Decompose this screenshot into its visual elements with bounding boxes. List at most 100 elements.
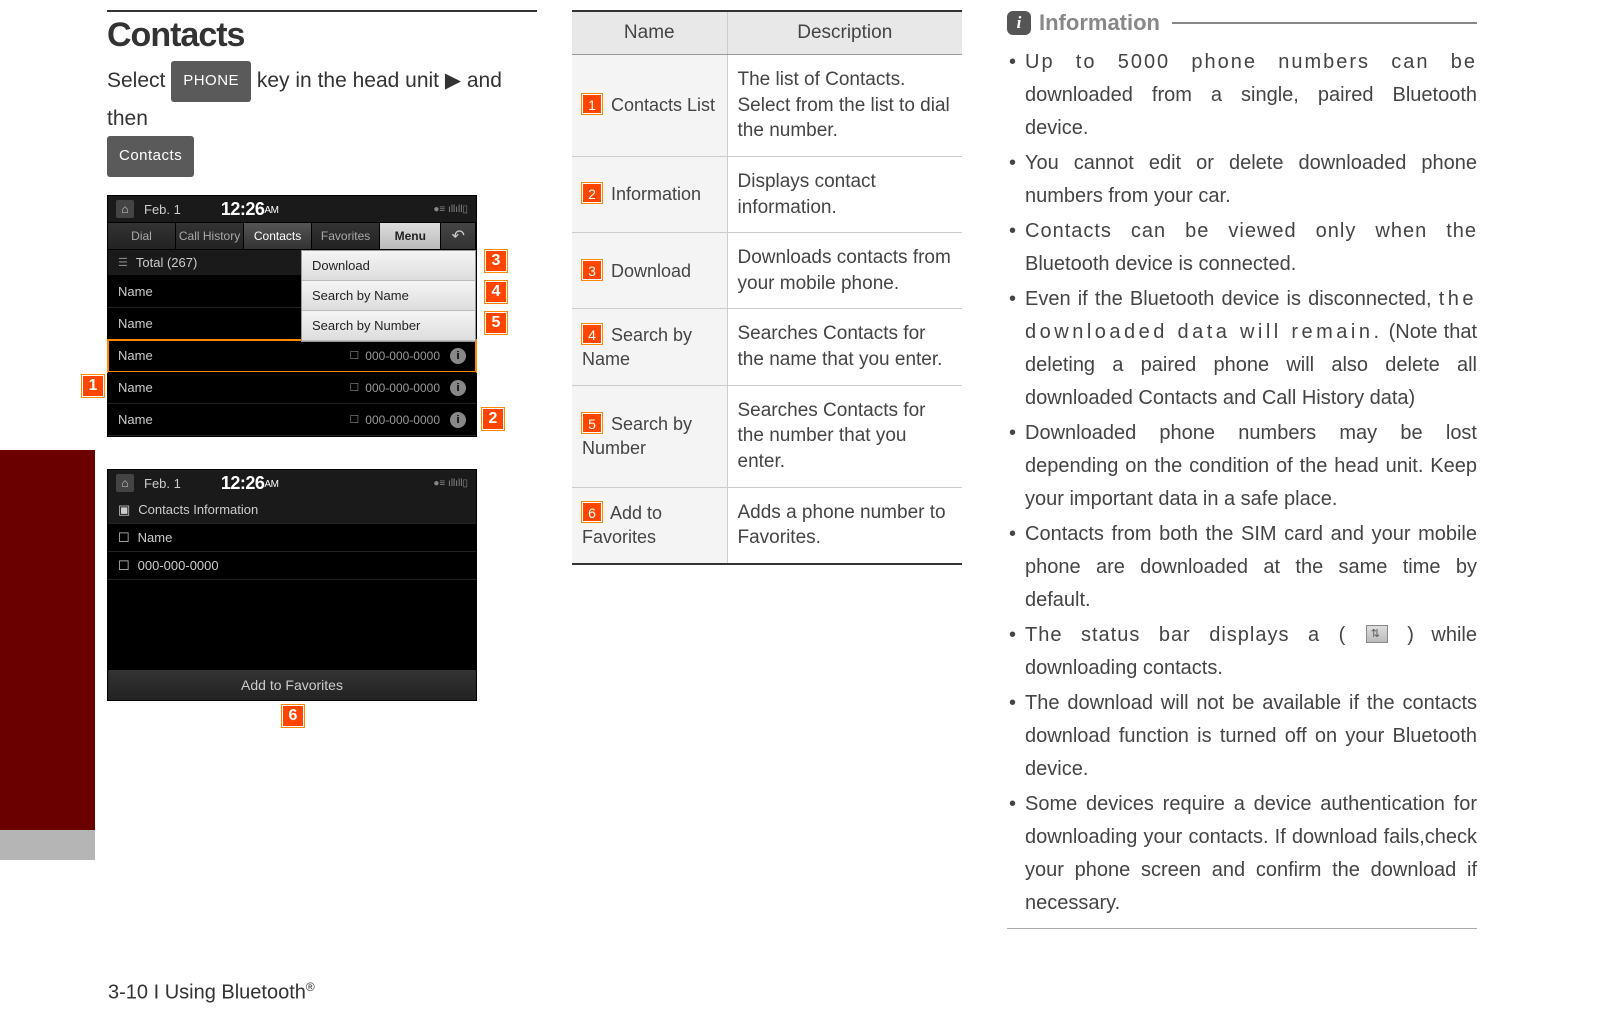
info-item: Even if the Bluetooth device is disconne… xyxy=(1007,283,1477,415)
row-number-badge: 3 xyxy=(582,260,602,280)
screen-title: ▣ Contacts Information xyxy=(108,496,476,524)
contact-name: Name xyxy=(118,348,349,363)
info-item: Contacts from both the SIM card and your… xyxy=(1007,518,1477,617)
registered-mark: ® xyxy=(306,980,315,994)
tab-bar: Dial Call History Contacts Favorites Men… xyxy=(108,222,476,250)
download-status-icon xyxy=(1366,625,1388,643)
menu-download[interactable]: Download xyxy=(302,251,475,281)
callout-4: 4 xyxy=(485,281,507,303)
empty-area xyxy=(108,580,476,670)
info-icon[interactable]: i xyxy=(450,348,466,364)
menu-dropdown: Download Search by Name Search by Number xyxy=(301,250,476,342)
row-number-badge: 1 xyxy=(582,94,602,114)
table-row: 5 Search by Number Searches Contacts for… xyxy=(572,385,962,487)
info-text: Contacts can be viewed only when the xyxy=(1025,220,1477,242)
signal-icon: ●≡ ıllıll▯ xyxy=(433,478,468,489)
signal-icon: ●≡ ıllıll▯ xyxy=(433,204,468,215)
contact-phone: 000-000-0000 xyxy=(365,349,440,363)
contact-name-row: ☐ Name xyxy=(108,524,476,552)
contact-phone-row: ☐ 000-000-0000 xyxy=(108,552,476,580)
time-ampm: AM xyxy=(264,205,278,216)
contact-name: Name xyxy=(118,380,349,395)
menu-search-number[interactable]: Search by Number xyxy=(302,311,475,341)
table-head-description: Description xyxy=(727,11,962,55)
info-item: Contacts can be viewed only when the Blu… xyxy=(1007,215,1477,281)
info-icon[interactable]: i xyxy=(450,412,466,428)
information-list: Up to 5000 phone numbers can be download… xyxy=(1007,46,1477,920)
page-number: 3-10 xyxy=(108,982,148,1004)
phone-icon: ☐ xyxy=(349,381,359,394)
row-desc: The list of Contacts. Select from the li… xyxy=(727,55,962,157)
table-row: 4 Search by Name Searches Contacts for t… xyxy=(572,309,962,385)
add-to-favorites-button[interactable]: Add to Favorites xyxy=(108,670,476,700)
phone-key-button: PHONE xyxy=(171,61,251,102)
row-number-badge: 5 xyxy=(582,413,602,433)
screenshot-contacts-list: ⌂ Feb. 1 12:26AM ●≡ ıllıll▯ Dial Call Hi… xyxy=(107,195,537,437)
callout-2: 2 xyxy=(482,408,504,430)
instruction-part1: Select xyxy=(107,69,171,92)
info-i-icon: i xyxy=(1007,11,1031,35)
tab-dial[interactable]: Dial xyxy=(108,223,176,249)
instruction-text: Select PHONE key in the head unit ▶ and … xyxy=(107,61,537,177)
table-head-name: Name xyxy=(572,11,727,55)
description-table: Name Description 1 Contacts List The lis… xyxy=(572,10,962,565)
phone-icon: ☐ xyxy=(118,558,130,574)
home-icon[interactable]: ⌂ xyxy=(116,200,134,218)
status-time: 12:26AM xyxy=(221,473,279,494)
contacts-key-button: Contacts xyxy=(107,136,194,177)
time-ampm: AM xyxy=(264,479,278,490)
info-text: The status bar displays a ( xyxy=(1025,624,1346,646)
callout-5: 5 xyxy=(485,312,507,334)
table-row: 3 Download Downloads contacts from your … xyxy=(572,233,962,309)
list-item[interactable]: Name ☐ 000-000-0000 i xyxy=(108,404,476,436)
row-name: Download xyxy=(611,261,691,281)
info-text: Up to 5000 phone numbers can be xyxy=(1025,51,1477,73)
information-heading-text: Information xyxy=(1039,10,1160,36)
callout-1: 1 xyxy=(82,375,104,397)
info-item: Up to 5000 phone numbers can be download… xyxy=(1007,46,1477,145)
info-text: downloaded from a single, paired Bluetoo… xyxy=(1025,84,1477,139)
left-sidebar xyxy=(0,0,95,845)
chapter-color-tab xyxy=(0,450,95,830)
tab-contacts[interactable]: Contacts xyxy=(244,223,312,249)
person-icon: ☐ xyxy=(118,530,130,546)
row-number-badge: 2 xyxy=(582,183,602,203)
list-item-highlighted[interactable]: Name ☐ 000-000-0000 i xyxy=(108,340,476,372)
callout-3: 3 xyxy=(485,250,507,272)
list-item[interactable]: Name ☐ 000-000-0000 i xyxy=(108,372,476,404)
status-bar: ⌂ Feb. 1 12:26AM ●≡ ıllıll▯ xyxy=(108,196,476,222)
screen-title-text: Contacts Information xyxy=(138,502,258,517)
table-row: 2 Information Displays contact informati… xyxy=(572,156,962,232)
row-desc: Displays contact information. xyxy=(727,156,962,232)
phone-icon: ☐ xyxy=(349,413,359,426)
heading-rule xyxy=(1172,22,1477,24)
contact-name-label: Name xyxy=(138,530,173,545)
menu-search-name[interactable]: Search by Name xyxy=(302,281,475,311)
row-desc: Downloads contacts from your mobile phon… xyxy=(727,233,962,309)
footer-separator: I xyxy=(148,982,165,1004)
page-footer: 3-10 I Using Bluetooth® xyxy=(108,980,315,1005)
tab-call-history[interactable]: Call History xyxy=(176,223,244,249)
info-item: The download will not be available if th… xyxy=(1007,687,1477,786)
gray-tab xyxy=(0,830,95,860)
home-icon[interactable]: ⌂ xyxy=(116,474,134,492)
back-button[interactable]: ↶ xyxy=(441,223,476,249)
menu-button[interactable]: Menu xyxy=(380,223,441,249)
page-title: Contacts xyxy=(107,10,537,55)
row-number-badge: 6 xyxy=(582,502,602,522)
row-name: Information xyxy=(611,184,701,204)
info-item: The status bar displays a ( ) while down… xyxy=(1007,619,1477,685)
status-time: 12:26AM xyxy=(221,199,279,220)
info-text: Bluetooth device is connected. xyxy=(1025,253,1296,275)
row-desc: Adds a phone number to Favorites. xyxy=(727,487,962,564)
footer-section: Using Bluetooth xyxy=(165,982,306,1004)
screenshot-contact-info: ⌂ Feb. 1 12:26AM ●≡ ıllıll▯ ▣ Contacts I… xyxy=(107,469,537,701)
tab-favorites[interactable]: Favorites xyxy=(312,223,380,249)
info-icon[interactable]: i xyxy=(450,380,466,396)
info-text: Even if the Bluetooth device is disconne… xyxy=(1025,288,1432,310)
contact-phone-value: 000-000-0000 xyxy=(138,558,219,573)
status-bar: ⌂ Feb. 1 12:26AM ●≡ ıllıll▯ xyxy=(108,470,476,496)
contact-phone: 000-000-0000 xyxy=(365,413,440,427)
status-date: Feb. 1 xyxy=(144,476,181,491)
row-name: Contacts List xyxy=(611,95,715,115)
